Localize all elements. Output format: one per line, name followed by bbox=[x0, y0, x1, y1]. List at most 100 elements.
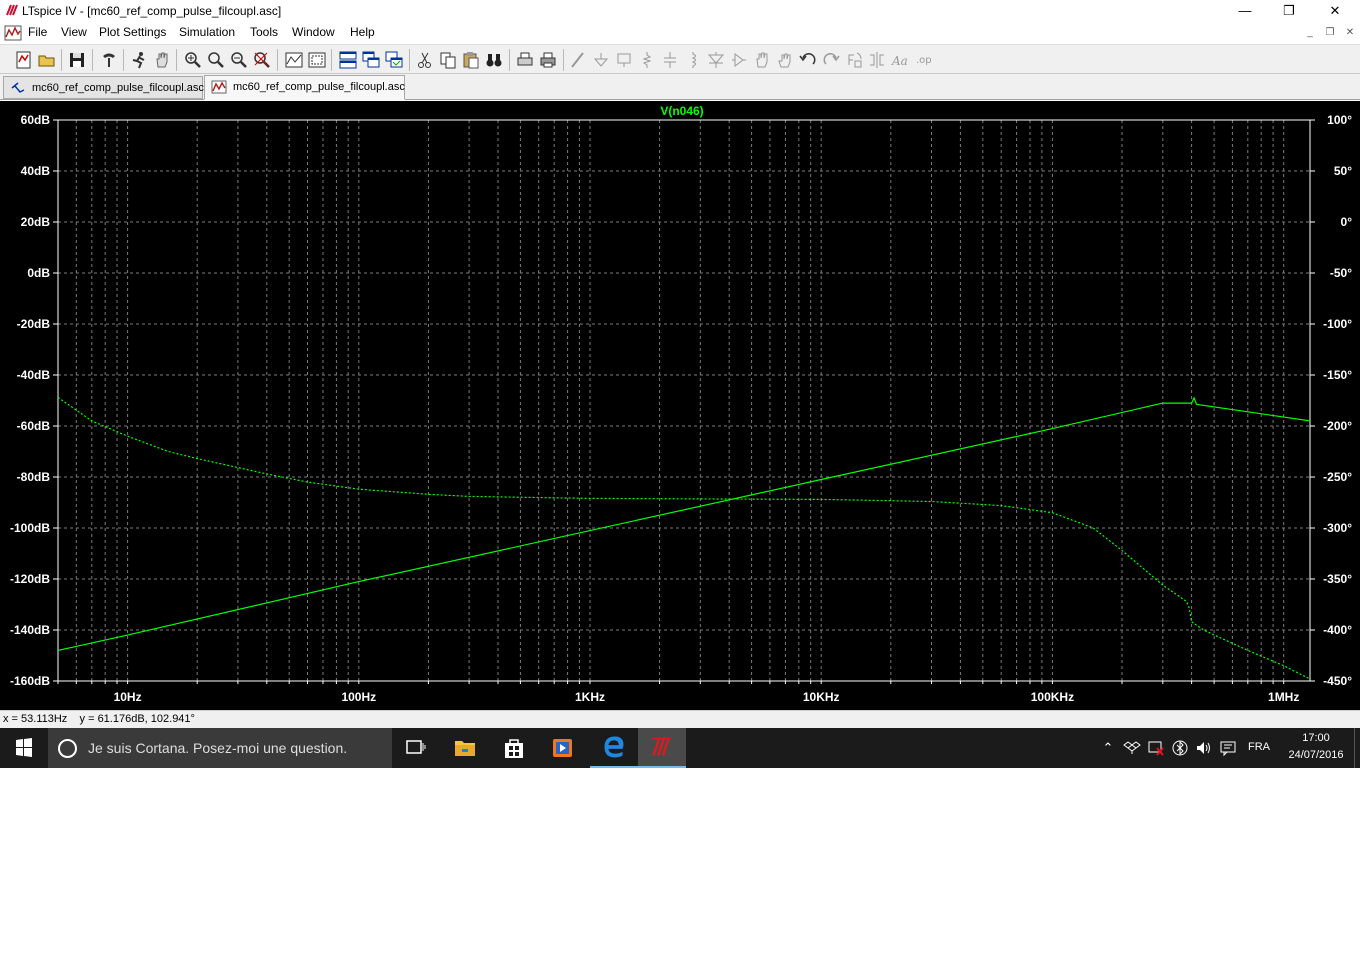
menu-file[interactable]: File bbox=[28, 25, 47, 39]
run-icon[interactable] bbox=[129, 50, 149, 70]
file-explorer-icon[interactable] bbox=[441, 728, 489, 768]
menu-tools[interactable]: Tools bbox=[250, 25, 278, 39]
copy-icon[interactable] bbox=[438, 50, 458, 70]
cascade-icon[interactable] bbox=[361, 50, 381, 70]
mdi-restore-button[interactable]: ❐ bbox=[1322, 26, 1338, 40]
tray-dropbox-icon[interactable] bbox=[1123, 739, 1141, 757]
cortana-search-box[interactable]: Je suis Cortana. Posez-moi une question. bbox=[48, 728, 392, 768]
menu-simulation[interactable]: Simulation bbox=[179, 25, 235, 39]
svg-text:Aa: Aa bbox=[891, 54, 908, 68]
toolbar-separator bbox=[509, 49, 510, 71]
y-left-tick-label: -140dB bbox=[10, 623, 50, 637]
tray-notifications-icon[interactable] bbox=[1219, 739, 1237, 757]
component-icon[interactable] bbox=[729, 50, 749, 70]
mirror-icon[interactable] bbox=[867, 50, 887, 70]
y-left-tick-label: -100dB bbox=[10, 521, 50, 535]
y-right-tick-label: -100° bbox=[1323, 317, 1352, 331]
y-left-tick-label: -120dB bbox=[10, 572, 50, 586]
print-icon[interactable] bbox=[538, 50, 558, 70]
y-left-tick-label: -80dB bbox=[17, 470, 51, 484]
spice-directive-icon[interactable]: .op bbox=[913, 50, 933, 70]
mark-unused-icon[interactable] bbox=[307, 50, 327, 70]
schematic-icon bbox=[11, 82, 25, 93]
resistor-icon[interactable] bbox=[637, 50, 657, 70]
zoom-out-icon[interactable] bbox=[229, 50, 249, 70]
menu-bar: File View Plot Settings Simulation Tools… bbox=[0, 22, 1360, 44]
drag-hand-icon[interactable] bbox=[775, 50, 795, 70]
find-binoculars-icon[interactable] bbox=[484, 50, 504, 70]
task-view-icon[interactable] bbox=[392, 728, 440, 768]
cortana-icon bbox=[58, 739, 77, 758]
toolbar-separator bbox=[61, 49, 62, 71]
tray-bluetooth-icon[interactable] bbox=[1171, 739, 1189, 757]
paste-icon[interactable] bbox=[461, 50, 481, 70]
mdi-close-button[interactable]: ✕ bbox=[1342, 26, 1358, 40]
menu-window[interactable]: Window bbox=[292, 25, 335, 39]
rotate-icon[interactable] bbox=[844, 50, 864, 70]
tab-waveform[interactable]: mc60_ref_comp_pulse_filcoupl.asc bbox=[204, 75, 405, 100]
y-left-tick-label: 0dB bbox=[27, 266, 50, 280]
trace-name-v-n046[interactable]: V(n046) bbox=[660, 104, 703, 118]
halt-hand-icon[interactable] bbox=[152, 50, 172, 70]
ltspice-logo-icon bbox=[6, 4, 18, 16]
store-icon[interactable] bbox=[490, 728, 538, 768]
label-net-icon[interactable] bbox=[614, 50, 634, 70]
menu-view[interactable]: View bbox=[61, 25, 87, 39]
show-desktop-button[interactable] bbox=[1354, 728, 1360, 768]
y-right-tick-label: -200° bbox=[1323, 419, 1352, 433]
ground-icon[interactable] bbox=[591, 50, 611, 70]
move-hand-icon[interactable] bbox=[752, 50, 772, 70]
zoom-in-icon[interactable] bbox=[183, 50, 203, 70]
tile-vertical-icon[interactable] bbox=[384, 50, 404, 70]
menu-plot-settings[interactable]: Plot Settings bbox=[99, 25, 166, 39]
menu-help[interactable]: Help bbox=[350, 25, 375, 39]
print-preview-icon[interactable] bbox=[515, 50, 535, 70]
document-waveform-icon[interactable] bbox=[4, 25, 22, 41]
media-player-icon[interactable] bbox=[539, 728, 587, 768]
zoom-back-icon[interactable] bbox=[206, 50, 226, 70]
waveform-viewer[interactable]: 60dB 40dB 20dB 0dB -20dB -40dB -60dB -80dB -100d… bbox=[0, 101, 1360, 710]
save-icon[interactable] bbox=[67, 50, 87, 70]
tile-horizontal-icon[interactable] bbox=[338, 50, 358, 70]
cursor-readout: x = 53.113Hz y = 61.176dB, 102.941° bbox=[3, 713, 195, 725]
tray-language[interactable]: FRA bbox=[1248, 741, 1270, 753]
tab-label: mc60_ref_comp_pulse_filcoupl.asc bbox=[233, 81, 405, 93]
clock-date[interactable]: 24/07/2016 bbox=[1284, 749, 1348, 761]
windows-start-icon[interactable] bbox=[0, 728, 48, 768]
toolbar-separator bbox=[277, 49, 278, 71]
open-folder-icon[interactable] bbox=[37, 50, 57, 70]
draw-wire-icon[interactable] bbox=[568, 50, 588, 70]
y-left-tick-label: 60dB bbox=[21, 113, 51, 127]
y-left-tick-label: 20dB bbox=[21, 215, 51, 229]
x-tick-label: 10KHz bbox=[803, 690, 840, 704]
clock-time[interactable]: 17:00 bbox=[1296, 732, 1336, 744]
minimize-button[interactable]: — bbox=[1222, 0, 1268, 22]
y-right-tick-label: -450° bbox=[1323, 674, 1352, 688]
text-icon[interactable]: Aa bbox=[890, 50, 910, 70]
toolbar-separator bbox=[92, 49, 93, 71]
ltspice-taskbar-icon[interactable] bbox=[638, 728, 686, 768]
edge-browser-icon[interactable] bbox=[590, 728, 638, 768]
toolbar-separator bbox=[176, 49, 177, 71]
redo-icon[interactable] bbox=[821, 50, 841, 70]
new-schematic-icon[interactable] bbox=[14, 50, 34, 70]
undo-icon[interactable] bbox=[798, 50, 818, 70]
zoom-fit-icon[interactable] bbox=[252, 50, 272, 70]
close-button[interactable]: ✕ bbox=[1312, 0, 1358, 22]
tab-schematic[interactable]: mc60_ref_comp_pulse_filcoupl.asc bbox=[3, 76, 204, 99]
mdi-minimize-button[interactable]: _ bbox=[1302, 26, 1318, 40]
windows-taskbar: Je suis Cortana. Posez-moi une question.… bbox=[0, 728, 1360, 768]
y-left-tick-label: -60dB bbox=[17, 419, 51, 433]
tray-volume-icon[interactable] bbox=[1195, 739, 1213, 757]
inductor-icon[interactable] bbox=[683, 50, 703, 70]
tray-network-error-icon[interactable] bbox=[1147, 739, 1165, 757]
control-panel-icon[interactable] bbox=[99, 50, 119, 70]
tray-chevron-up-icon[interactable]: ⌃ bbox=[1099, 739, 1117, 757]
autorange-icon[interactable] bbox=[284, 50, 304, 70]
cortana-placeholder: Je suis Cortana. Posez-moi une question. bbox=[88, 740, 348, 756]
maximize-button[interactable]: ❐ bbox=[1266, 0, 1312, 22]
bode-plot[interactable]: 60dB 40dB 20dB 0dB -20dB -40dB -60dB -80dB -100d… bbox=[0, 101, 1360, 710]
capacitor-icon[interactable] bbox=[660, 50, 680, 70]
diode-icon[interactable] bbox=[706, 50, 726, 70]
cut-scissors-icon[interactable] bbox=[415, 50, 435, 70]
